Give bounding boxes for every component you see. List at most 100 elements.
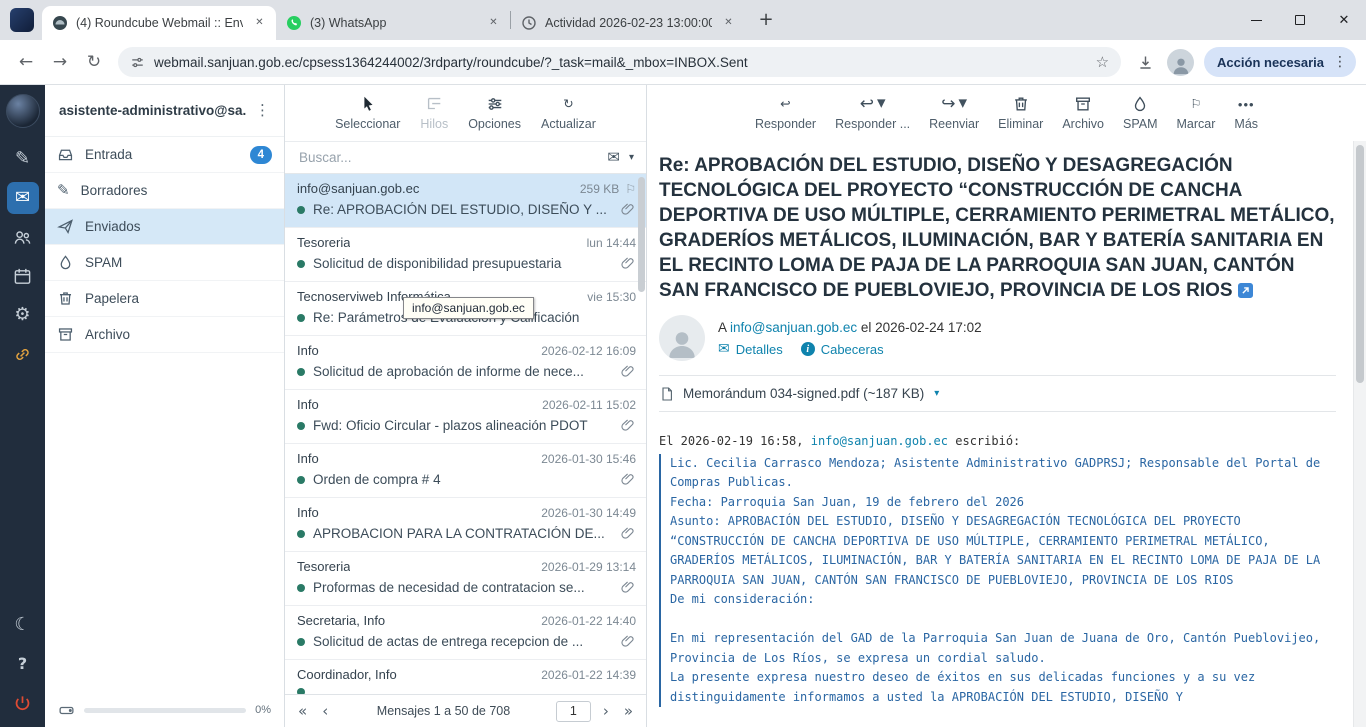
attachment-menu-chevron-icon[interactable]: ▾ (934, 389, 939, 399)
page-input[interactable] (556, 701, 591, 722)
help-button[interactable]: ? (7, 648, 39, 680)
message-row[interactable]: Tesorerialun 14:44 Solicitud de disponib… (285, 228, 646, 282)
message-row[interactable]: Info2026-02-11 15:02 Fwd: Oficio Circula… (285, 390, 646, 444)
attachment-row: Memorándum 034-signed.pdf (~187 KB) ▾ (659, 375, 1336, 412)
maximize-icon (1295, 15, 1305, 25)
attachment-link[interactable]: Memorándum 034-signed.pdf (~187 KB) (683, 386, 924, 401)
quote-author-link[interactable]: info@sanjuan.gob.ec (811, 434, 948, 448)
message-row[interactable]: Info2026-01-30 14:49 APROBACION PARA LA … (285, 498, 646, 552)
message-body: El 2026-02-19 16:58, info@sanjuan.gob.ec… (659, 432, 1336, 707)
recipient-email-link[interactable]: info@sanjuan.gob.ec (730, 320, 857, 335)
forward-button[interactable]: ↪▾ Reenviar (929, 95, 979, 131)
back-button[interactable]: ← (10, 46, 42, 78)
tab-whatsapp[interactable]: (3) WhatsApp ✕ (276, 6, 510, 40)
message-sender: Info (297, 505, 319, 520)
window-close-button[interactable]: ✕ (1322, 1, 1366, 39)
more-button[interactable]: ••• Más (1234, 95, 1258, 131)
mark-button[interactable]: ⚐ Marcar (1177, 95, 1216, 131)
account-email: asistente-administrativo@sa... (59, 103, 247, 118)
link-nav-button[interactable] (7, 338, 39, 370)
window-controls: ✕ (1234, 1, 1366, 39)
downloads-button[interactable] (1129, 46, 1161, 78)
browser-profile-icon[interactable] (10, 8, 34, 32)
next-page-button[interactable]: › (600, 704, 612, 719)
message-row[interactable]: Secretaria, Info2026-01-22 14:40 Solicit… (285, 606, 646, 660)
chevron-down-icon[interactable]: ▾ (959, 95, 968, 112)
tab-title: (4) Roundcube Webmail :: Envia (76, 16, 243, 30)
refresh-button[interactable]: ↻ (78, 46, 110, 78)
first-page-button[interactable]: « (295, 704, 310, 719)
dark-mode-button[interactable]: ☾ (7, 609, 39, 641)
compose-button[interactable]: ✎ (7, 143, 39, 175)
folder-enviados[interactable]: Enviados (45, 209, 284, 245)
new-tab-button[interactable]: + (753, 7, 779, 33)
folder-archivo[interactable]: Archivo (45, 317, 284, 353)
search-scope-mail-icon[interactable]: ✉ (607, 150, 620, 165)
mail-nav-button[interactable]: ✉ (7, 182, 39, 214)
unread-dot (297, 476, 305, 484)
action-needed-label: Acción necesaria (1217, 55, 1324, 70)
list-scrollbar[interactable] (638, 177, 645, 292)
last-page-button[interactable]: » (621, 704, 636, 719)
browser-addressbar: ← → ↻ webmail.sanjuan.gob.ec/cpsess13642… (0, 40, 1366, 85)
folder-label: Papelera (85, 291, 139, 306)
chevron-down-icon[interactable]: ▾ (877, 95, 886, 112)
close-icon[interactable]: ✕ (485, 15, 502, 32)
folder-label: Enviados (85, 219, 141, 234)
tab-roundcube[interactable]: (4) Roundcube Webmail :: Envia ✕ (42, 6, 276, 40)
folder-label: SPAM (85, 255, 122, 270)
forward-button[interactable]: → (44, 46, 76, 78)
browser-avatar[interactable] (1167, 49, 1194, 76)
message-scrollbar-thumb[interactable] (1356, 145, 1364, 383)
message-row[interactable]: Info2026-02-12 16:09 Solicitud de aproba… (285, 336, 646, 390)
reply-button[interactable]: ↩ Responder (755, 95, 816, 131)
external-link-icon[interactable] (1238, 283, 1253, 298)
storage-widget: 0% (45, 693, 284, 727)
site-info-icon[interactable] (130, 55, 145, 70)
contacts-nav-button[interactable] (7, 221, 39, 253)
threads-button[interactable]: Hilos (420, 95, 448, 131)
details-toggle[interactable]: ✉Detalles (718, 342, 783, 357)
url-field[interactable]: webmail.sanjuan.gob.ec/cpsess1364244002/… (118, 47, 1121, 77)
reply-all-button[interactable]: ↩▾ Responder ... (835, 95, 910, 131)
action-needed-button[interactable]: Acción necesaria ⋮ (1204, 47, 1356, 77)
message-row[interactable]: info@sanjuan.gob.ec 259 KB⚐ Re: APROBACI… (285, 174, 646, 228)
refresh-list-button[interactable]: ↻ Actualizar (541, 95, 596, 131)
settings-nav-button[interactable]: ⚙ (7, 299, 39, 331)
headers-toggle[interactable]: iCabeceras (801, 342, 884, 357)
message-scrollbar-track[interactable] (1353, 141, 1366, 727)
search-options-chevron-icon[interactable]: ▾ (629, 153, 634, 163)
logout-button[interactable] (7, 687, 39, 719)
unread-dot (297, 638, 305, 646)
close-icon[interactable]: ✕ (251, 15, 268, 32)
calendar-nav-button[interactable] (7, 260, 39, 292)
delete-button[interactable]: Eliminar (998, 95, 1043, 131)
minimize-button[interactable] (1234, 1, 1278, 39)
paperclip-icon (621, 418, 636, 433)
select-button[interactable]: Seleccionar (335, 95, 400, 131)
account-header: asistente-administrativo@sa... ⋮ (45, 85, 284, 137)
archive-button[interactable]: Archivo (1062, 95, 1104, 131)
tab-actividad[interactable]: Actividad 2026-02-23 13:00:00 ✕ (511, 6, 745, 40)
close-icon[interactable]: ✕ (720, 15, 737, 32)
folder-spam[interactable]: SPAM (45, 245, 284, 281)
folder-borradores[interactable]: ✎ Borradores (45, 173, 284, 209)
browser-menu-icon[interactable]: ⋮ (1328, 50, 1352, 74)
search-input[interactable] (299, 150, 598, 165)
maximize-button[interactable] (1278, 1, 1322, 39)
message-row[interactable]: Coordinador, Info2026-01-22 14:39 (285, 660, 646, 694)
spam-label: SPAM (1123, 117, 1158, 131)
paperclip-icon (621, 472, 636, 487)
message-subject: Fwd: Oficio Circular - plazos alineación… (313, 418, 613, 433)
folder-entrada[interactable]: Entrada 4 (45, 137, 284, 173)
folder-papelera[interactable]: Papelera (45, 281, 284, 317)
spam-button[interactable]: SPAM (1123, 95, 1158, 131)
account-menu-icon[interactable]: ⋮ (247, 99, 278, 122)
download-icon (1137, 54, 1154, 71)
prev-page-button[interactable]: ‹ (319, 704, 331, 719)
message-row[interactable]: Tesoreria2026-01-29 13:14 Proformas de n… (285, 552, 646, 606)
archive-icon (57, 326, 74, 343)
message-row[interactable]: Info2026-01-30 15:46 Orden de compra # 4 (285, 444, 646, 498)
bookmark-star-icon[interactable]: ☆ (1096, 55, 1109, 70)
options-button[interactable]: Opciones (468, 95, 521, 131)
